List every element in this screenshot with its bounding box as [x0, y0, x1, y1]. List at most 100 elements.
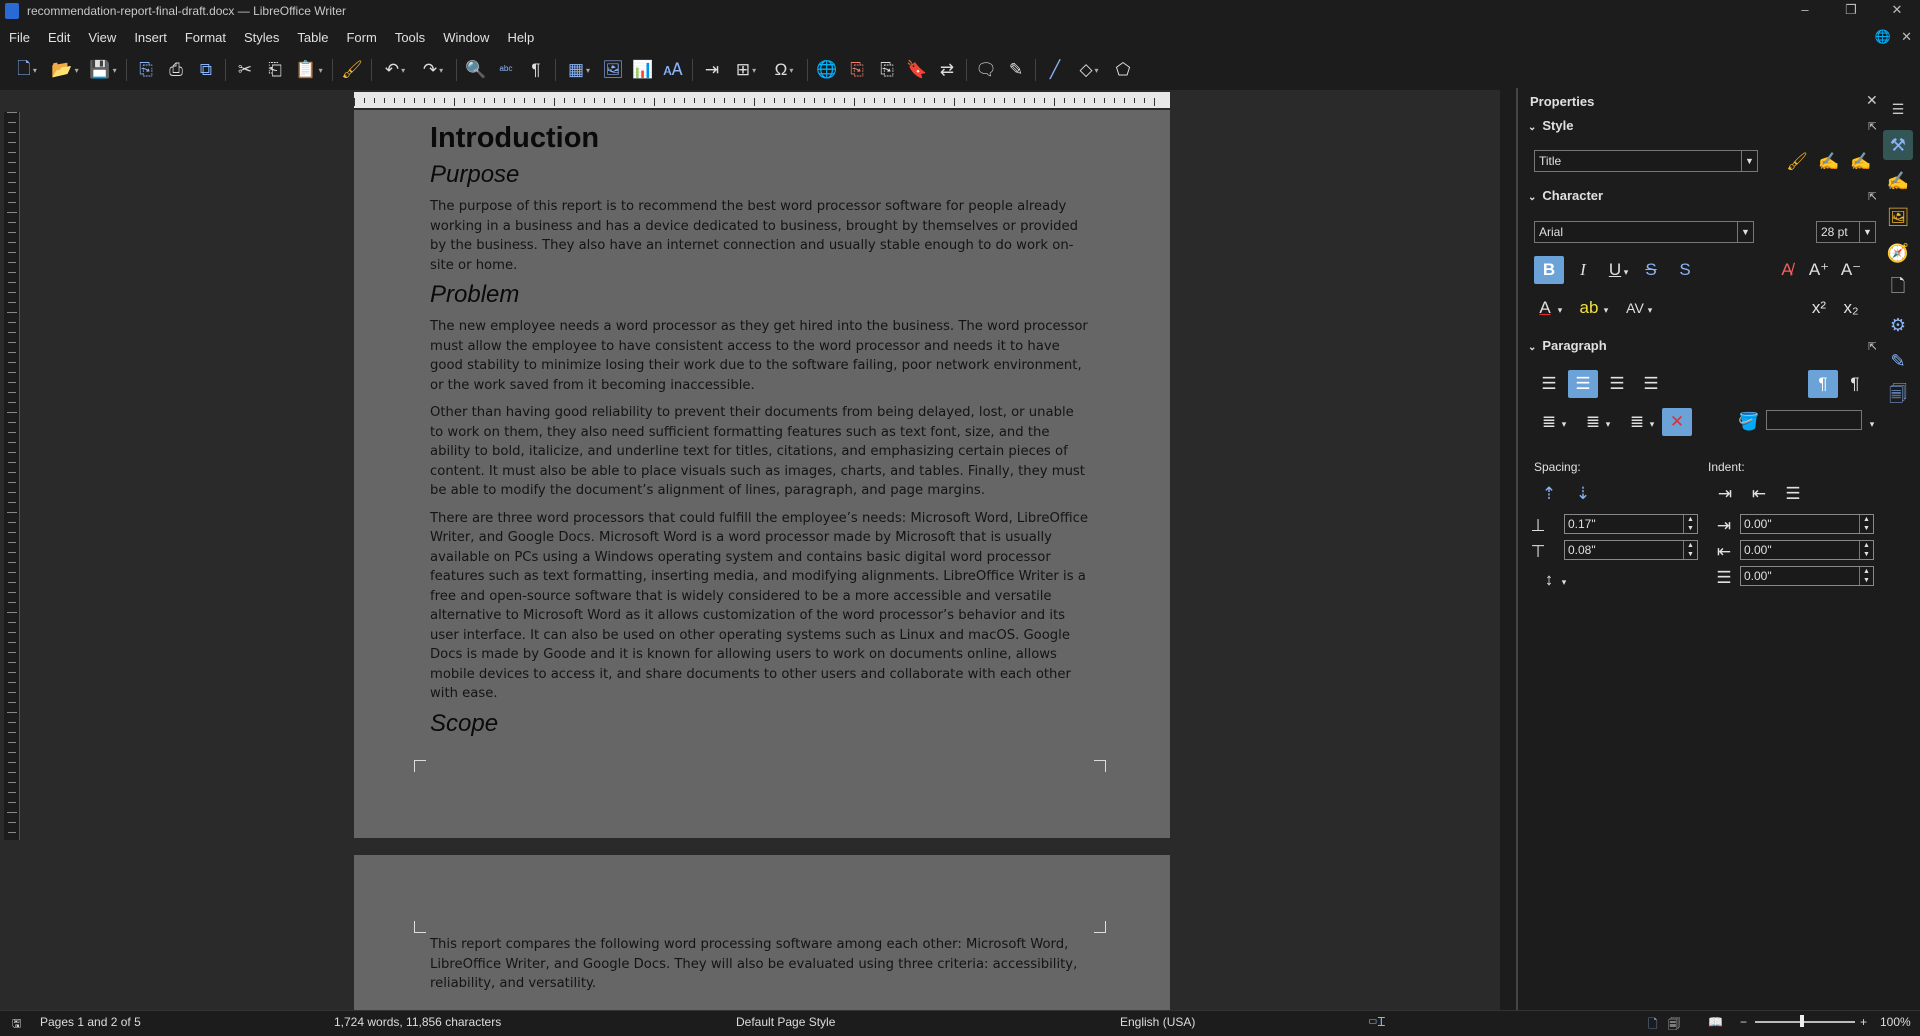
cross-reference-icon[interactable]: ⇄	[932, 56, 962, 84]
new-icon[interactable]: 🗋 ▾	[8, 56, 46, 84]
zoom-out-icon[interactable]: −	[1740, 1015, 1747, 1029]
styles-deck-icon[interactable]: ✍	[1883, 166, 1913, 196]
paragraph-scope[interactable]: This report compares the following word …	[430, 935, 1090, 994]
ordered-list-dropdown-icon[interactable]: ▾	[1600, 410, 1616, 438]
menu-file[interactable]: File	[0, 30, 39, 45]
highlight-dropdown-icon[interactable]: ▾	[1598, 296, 1614, 324]
design-deck-icon[interactable]: 🗐	[1883, 382, 1913, 412]
shadow-button[interactable]: S	[1670, 256, 1700, 284]
font-size-select[interactable]: 28 pt ▼	[1816, 221, 1876, 243]
superscript-icon[interactable]: x²	[1804, 294, 1834, 322]
heading-introduction[interactable]: Introduction	[430, 122, 1090, 155]
font-color-dropdown-icon[interactable]: ▾	[1552, 296, 1568, 324]
menu-tools[interactable]: Tools	[386, 30, 434, 45]
menu-insert[interactable]: Insert	[125, 30, 176, 45]
increase-font-size-icon[interactable]: A⁺	[1804, 256, 1834, 284]
strikethrough-button[interactable]: S	[1636, 256, 1666, 284]
insert-image-icon[interactable]: 🖼	[598, 56, 628, 84]
first-line-indent-field[interactable]: 0.00" ▲ ▼	[1740, 566, 1874, 586]
print-preview-icon[interactable]: ⧉	[191, 56, 221, 84]
minimize-button[interactable]: –	[1782, 0, 1828, 22]
paragraph-problem-3[interactable]: There are three word processors that cou…	[430, 509, 1090, 704]
zoom-level[interactable]: 100%	[1880, 1015, 1911, 1029]
globe-icon[interactable]: 🌐	[1875, 29, 1891, 45]
below-paragraph-spacing-field[interactable]: 0.08" ▲ ▼	[1564, 540, 1698, 560]
heading-problem[interactable]: Problem	[430, 281, 1090, 309]
heading-scope[interactable]: Scope	[430, 710, 1090, 738]
hyperlink-icon[interactable]: 🌐	[812, 56, 842, 84]
page-2-content[interactable]: This report compares the following word …	[430, 935, 1090, 994]
menu-window[interactable]: Window	[434, 30, 498, 45]
paragraph-style-select[interactable]: Title ▼	[1534, 150, 1758, 172]
paragraph-problem-2[interactable]: Other than having good reliability to pr…	[430, 403, 1090, 501]
spin-arrows-icon[interactable]: ▲ ▼	[1859, 541, 1873, 559]
navigator-deck-icon[interactable]: 🧭	[1883, 238, 1913, 268]
above-paragraph-spacing-field[interactable]: 0.17" ▲ ▼	[1564, 514, 1698, 534]
document-page-1[interactable]: Introduction Purpose The purpose of this…	[354, 110, 1170, 838]
insert-field-icon[interactable]: ⊞ ▾	[727, 56, 765, 84]
align-center-icon[interactable]: ☰	[1568, 370, 1598, 398]
heading-purpose[interactable]: Purpose	[430, 161, 1090, 189]
zoom-slider-track[interactable]	[1755, 1021, 1855, 1023]
menu-table[interactable]: Table	[288, 30, 337, 45]
insert-textbox-icon[interactable]: 🗚	[658, 56, 688, 84]
page-break-icon[interactable]: ⇥	[697, 56, 727, 84]
italic-button[interactable]: I	[1568, 256, 1598, 284]
zoom-slider-handle[interactable]	[1800, 1015, 1804, 1027]
hanging-indent-icon[interactable]: ☰	[1778, 480, 1808, 508]
page-style[interactable]: Default Page Style	[736, 1015, 835, 1029]
single-page-view-icon[interactable]: 🗋	[1648, 1015, 1658, 1036]
clone-formatting-icon[interactable]: 🖌	[337, 56, 367, 84]
close-window-button[interactable]: ✕	[1874, 0, 1920, 22]
copy-icon[interactable]: ⎗	[260, 56, 290, 84]
align-left-icon[interactable]: ☰	[1534, 370, 1564, 398]
footnote-icon[interactable]: ⎘	[842, 56, 872, 84]
paragraph-background-color-field[interactable]	[1766, 410, 1862, 430]
bold-button[interactable]: B	[1534, 256, 1564, 284]
no-list-icon[interactable]: ✕	[1662, 408, 1692, 436]
close-document-icon[interactable]: ✕	[1901, 29, 1912, 45]
update-style-icon[interactable]: ✍	[1814, 148, 1844, 176]
justify-icon[interactable]: ☰	[1636, 370, 1666, 398]
spin-arrows-icon[interactable]: ▲ ▼	[1683, 515, 1697, 533]
track-changes-icon[interactable]: ✎	[1001, 56, 1031, 84]
page-deck-icon[interactable]: 🗋	[1883, 274, 1913, 304]
draw-functions-icon[interactable]: ⬠	[1108, 56, 1138, 84]
page-1-content[interactable]: Introduction Purpose The purpose of this…	[430, 122, 1090, 738]
paragraph-purpose[interactable]: The purpose of this report is to recomme…	[430, 197, 1090, 275]
insert-mode-icon[interactable]: ▭Ꮖ	[1368, 1015, 1385, 1030]
cut-icon[interactable]: ✂	[230, 56, 260, 84]
insert-chart-icon[interactable]: 📊	[628, 56, 658, 84]
sidebar-menu-icon[interactable]: ☰	[1883, 94, 1913, 124]
vertical-ruler[interactable]	[4, 112, 20, 840]
outline-list-dropdown-icon[interactable]: ▾	[1644, 410, 1660, 438]
spin-arrows-icon[interactable]: ▲ ▼	[1859, 515, 1873, 533]
line-icon[interactable]: ╱	[1040, 56, 1070, 84]
basic-shapes-icon[interactable]: ◇ ▾	[1070, 56, 1108, 84]
formatting-marks-icon[interactable]: ¶	[521, 56, 551, 84]
export-pdf-icon[interactable]: ⎘	[131, 56, 161, 84]
menu-help[interactable]: Help	[498, 30, 543, 45]
decrease-paragraph-spacing-icon[interactable]: ⇣	[1568, 480, 1598, 508]
document-page-2[interactable]: This report compares the following word …	[354, 855, 1170, 1015]
before-text-indent-field[interactable]: 0.00" ▲ ▼	[1740, 514, 1874, 534]
endnote-icon[interactable]: ⎘	[872, 56, 902, 84]
character-spacing-dropdown-icon[interactable]: ▾	[1642, 296, 1658, 324]
spelling-icon[interactable]: ᵃᵇᶜ	[491, 56, 521, 84]
document-modified-icon[interactable]: 🖫	[12, 1015, 21, 1034]
page-count[interactable]: Pages 1 and 2 of 5	[40, 1015, 141, 1029]
menu-format[interactable]: Format	[176, 30, 235, 45]
open-icon[interactable]: 📂 ▾	[46, 56, 84, 84]
print-icon[interactable]: ⎙	[161, 56, 191, 84]
save-icon[interactable]: 💾 ▾	[84, 56, 122, 84]
align-right-icon[interactable]: ☰	[1602, 370, 1632, 398]
find-replace-icon[interactable]: 🔍	[461, 56, 491, 84]
undo-icon[interactable]: ↶ ▾	[376, 56, 414, 84]
underline-dropdown-icon[interactable]: ▾	[1618, 258, 1634, 286]
bookmark-icon[interactable]: 🔖	[902, 56, 932, 84]
book-view-icon[interactable]: 📖	[1708, 1015, 1723, 1029]
menu-edit[interactable]: Edit	[39, 30, 79, 45]
spin-arrows-icon[interactable]: ▲ ▼	[1859, 567, 1873, 585]
decrease-indent-icon[interactable]: ⇤	[1744, 480, 1774, 508]
menu-styles[interactable]: Styles	[235, 30, 288, 45]
